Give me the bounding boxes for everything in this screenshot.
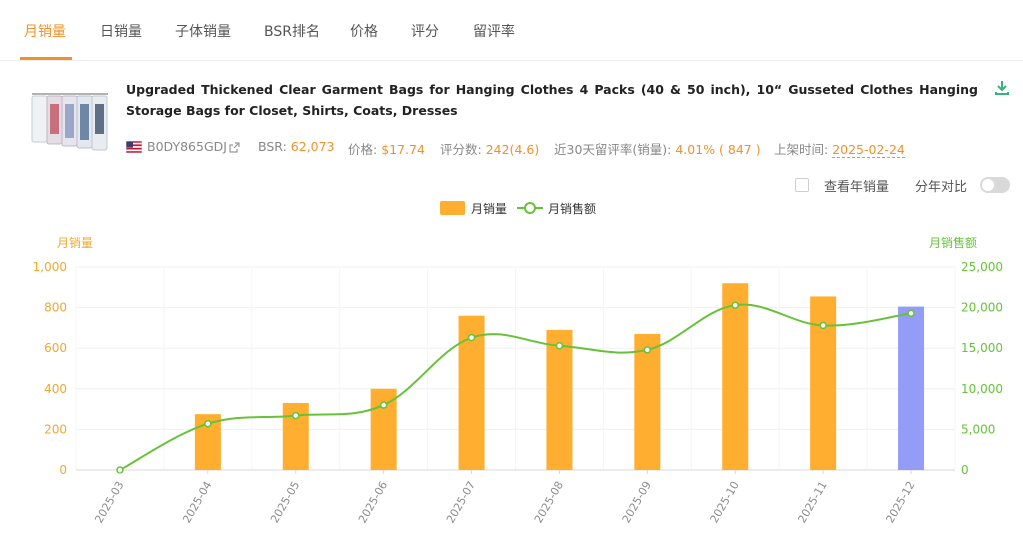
- tab-bsr-rank[interactable]: BSR排名: [264, 21, 320, 41]
- product-thumbnail[interactable]: [26, 84, 114, 152]
- tab-variant-sales[interactable]: 子体销量: [175, 21, 231, 41]
- y-tick-label-right: 25,000: [961, 260, 1003, 274]
- revenue-point-2025-09: [643, 346, 652, 354]
- revenue-point-2025-06: [379, 401, 388, 409]
- bsr-label: BSR:: [258, 139, 287, 154]
- price-info: 价格: $17.74: [348, 139, 425, 158]
- y-tick-label-right: 20,000: [961, 301, 1003, 315]
- x-tick-label: 2025-04: [180, 479, 214, 525]
- price-label: 价格:: [348, 142, 378, 157]
- tab-price[interactable]: 价格: [350, 21, 378, 41]
- launch-info: 上架时间: 2025-02-24: [774, 139, 905, 158]
- reviews-info: 评分数: 242(4.6): [440, 139, 539, 158]
- revenue-point-2025-07: [467, 333, 476, 342]
- tab-rating[interactable]: 评分: [411, 21, 439, 41]
- legend-monthly-revenue-swatch[interactable]: [517, 200, 543, 216]
- tab-monthly-sales[interactable]: 月销量: [24, 21, 66, 41]
- tab-daily-sales[interactable]: 日销量: [100, 21, 142, 41]
- review-rate-label: 近30天留评率(销量):: [554, 142, 672, 157]
- x-tick-label: 2025-12: [883, 479, 917, 525]
- bar-2025-08: [546, 329, 573, 470]
- bsr-value: 62,073: [290, 139, 335, 154]
- y-tick-label-right: 10,000: [961, 382, 1003, 396]
- revenue-point-2025-04: [204, 419, 212, 428]
- reviews-label: 评分数:: [440, 142, 482, 157]
- x-tick-label: 2025-03: [92, 479, 126, 525]
- legend-monthly-revenue-label[interactable]: 月销售额: [548, 200, 596, 217]
- bar-2025-10: [722, 283, 749, 470]
- tab-review-rate[interactable]: 留评率: [473, 21, 515, 41]
- tab-bar: 月销量 日销量 子体销量 BSR排名 价格 评分 留评率: [0, 0, 1023, 61]
- x-tick-label: 2025-05: [268, 479, 302, 525]
- toggle-knob: [982, 179, 994, 191]
- launch-date-value: 2025-02-24: [832, 142, 905, 158]
- y-tick-label-left: 800: [44, 301, 67, 315]
- product-title[interactable]: Upgraded Thickened Clear Garment Bags fo…: [126, 79, 978, 121]
- asin[interactable]: B0DY865GDJ: [147, 139, 227, 154]
- review-rate-value: 4.01% ( 847 ): [675, 142, 761, 157]
- year-sales-label[interactable]: 查看年销量: [824, 176, 889, 195]
- y-axis-title-left: 月销量: [57, 236, 93, 250]
- revenue-point-2025-12: [907, 309, 915, 318]
- legend-monthly-sales-swatch[interactable]: [440, 201, 465, 215]
- bar-2025-09: [634, 333, 661, 470]
- x-tick-label: 2025-06: [356, 479, 390, 525]
- year-compare-label: 分年对比: [915, 180, 968, 195]
- bsr-info: BSR: 62,073: [258, 139, 335, 154]
- y-axis-title-right: 月销售额: [929, 235, 977, 250]
- y-tick-label-left: 400: [44, 382, 67, 396]
- y-tick-label-right: 5,000: [961, 422, 995, 436]
- x-tick-label: 2025-11: [796, 479, 830, 525]
- revenue-point-2025-08: [555, 342, 564, 350]
- active-tab-indicator: [20, 57, 72, 60]
- year-compare-toggle[interactable]: [980, 177, 1010, 193]
- y-tick-label-left: 200: [44, 422, 67, 436]
- y-tick-label-right: 0: [961, 463, 969, 477]
- us-flag-icon: [126, 141, 142, 153]
- x-tick-label: 2025-09: [620, 479, 654, 525]
- x-tick-label: 2025-08: [532, 479, 566, 525]
- x-tick-label: 2025-10: [708, 479, 742, 525]
- revenue-point-2025-10: [731, 301, 739, 309]
- launch-label: 上架时间:: [774, 142, 829, 157]
- download-icon[interactable]: [994, 80, 1010, 96]
- price-value: $17.74: [381, 142, 425, 157]
- y-tick-label-left: 0: [59, 463, 67, 477]
- year-sales-checkbox[interactable]: [795, 178, 809, 192]
- y-tick-label-right: 15,000: [961, 341, 1003, 355]
- y-tick-label-left: 1,000: [33, 260, 67, 274]
- revenue-point-2025-11: [819, 321, 827, 330]
- legend-monthly-sales-label[interactable]: 月销量: [471, 200, 507, 217]
- external-link-icon[interactable]: [229, 142, 240, 153]
- revenue-point-2025-05: [292, 411, 300, 420]
- y-tick-label-left: 600: [44, 341, 67, 355]
- review-rate-info: 近30天留评率(销量): 4.01% ( 847 ): [554, 139, 761, 158]
- sales-chart: 月销量 月销售额 0 0 200 5,000 400 10,000 600 15,000 800 20…: [33, 235, 1003, 525]
- x-tick-label: 2025-07: [444, 479, 478, 525]
- bar-2025-12: [898, 306, 925, 470]
- reviews-value: 242(4.6): [485, 142, 540, 157]
